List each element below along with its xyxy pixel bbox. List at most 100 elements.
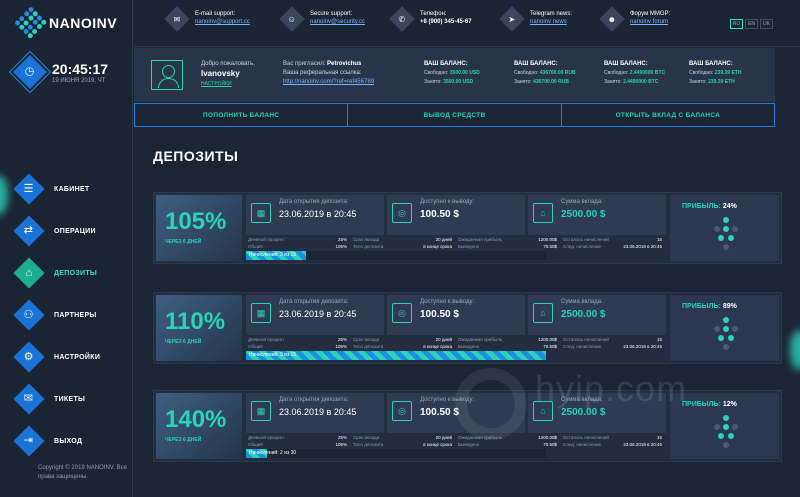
- sum-label: Сумма вклада:: [561, 199, 603, 205]
- lang-en[interactable]: EN: [745, 19, 759, 29]
- left-value: 15: [656, 237, 662, 242]
- brand-name: NANOINV: [49, 15, 118, 31]
- daily-label: Дневной процент: [248, 237, 285, 242]
- deposit-balance-button[interactable]: ПОПОЛНИТЬ БАЛАНС: [135, 104, 349, 126]
- balance-busy-label: Занято:: [604, 79, 622, 85]
- balance-free: 239.39 ETH: [714, 70, 742, 76]
- ref-link[interactable]: http://nanoinv.com/?ref=ref456789: [283, 79, 374, 85]
- balance-title: ВАШ БАЛАНС:: [689, 61, 733, 67]
- profit-text: ПРИБЫЛЬ: 24%: [682, 203, 737, 210]
- welcome-text: Добро пожаловать,: [201, 61, 255, 67]
- withdraw-button[interactable]: ВЫВОД СРЕДСТВ: [348, 104, 562, 126]
- paid-value: 70.50$: [543, 244, 557, 249]
- available-amount: 100.50 $: [420, 209, 459, 220]
- paid-value: 70.50$: [543, 344, 557, 349]
- calendar-icon: ▦: [251, 203, 271, 223]
- balance-busy: 436700.00 RUB: [533, 79, 569, 85]
- paid-label: Выведено: [458, 344, 480, 349]
- paid-value: 70.50$: [543, 442, 557, 447]
- deposit-term-note: ЧЕРЕЗ 6 ДНЕЙ: [165, 437, 202, 443]
- coins-icon: ◎: [392, 303, 412, 323]
- expected-value: 1200.00$: [538, 237, 557, 242]
- language-switcher: RU EN UK: [729, 19, 773, 29]
- next-label: След. начисление: [563, 344, 602, 349]
- sidebar-item-cabinet[interactable]: ☰ КАБИНЕТ: [13, 168, 100, 210]
- balance-free-label: Свободно:: [424, 70, 449, 76]
- sidebar-item-partners[interactable]: ⚇ ПАРТНЕРЫ: [13, 294, 100, 336]
- profit-label: ПРИБЫЛЬ:: [682, 303, 721, 310]
- sidebar-item-deposits[interactable]: ⌂ ДЕПОЗИТЫ: [13, 252, 100, 294]
- expected-value: 1200.00$: [538, 337, 557, 342]
- action-bar: ПОПОЛНИТЬ БАЛАНС ВЫВОД СРЕДСТВ ОТКРЫТЬ В…: [134, 103, 775, 127]
- decor-glow: [790, 330, 800, 370]
- balance-busy-label: Занято:: [424, 79, 442, 85]
- left-label: Осталось начислений: [563, 435, 609, 440]
- forum-label: Форум MMGP:: [630, 11, 671, 17]
- open-date-label: Дата открытия депозита:: [279, 199, 349, 205]
- sidebar-item-label: ПАРТНЕРЫ: [54, 311, 97, 319]
- body-label: Тело депозита: [353, 344, 384, 349]
- balance-busy: 239.39 ETH: [708, 79, 735, 85]
- sidebar-item-label: НАСТРОЙКИ: [54, 353, 101, 361]
- balance-title: ВАШ БАЛАНС:: [514, 61, 558, 67]
- profit-value: 89%: [722, 303, 737, 310]
- lang-uk[interactable]: UK: [760, 19, 773, 29]
- forum-link[interactable]: nanoinv forum: [630, 18, 670, 26]
- app-root: NANOINV ◷ 20:45:17 19 ИЮНЯ 2019, ЧТ ☰ КА…: [0, 0, 800, 497]
- deposit-hero: 110% ЧЕРЕЗ 6 ДНЕЙ: [156, 295, 242, 361]
- calendar-icon: ▦: [251, 303, 271, 323]
- telegram-link[interactable]: nanoinv news: [530, 18, 572, 26]
- open-deposit-button[interactable]: ОТКРЫТЬ ВКЛАД С БАЛАНСА: [562, 104, 774, 126]
- coins-icon: ◎: [392, 401, 412, 421]
- balance-block: ВАШ БАЛАНС: Свободно: 3500.00 USD Занято…: [424, 60, 480, 87]
- sidebar-item-logout[interactable]: ⇥ ВЫХОД: [13, 420, 100, 462]
- deposit-details: Дневной процент 25% Общий 105% Срок вклада…: [246, 434, 666, 448]
- profit-block: ПРИБЫЛЬ: 89%: [670, 295, 779, 361]
- telegram-icon: ➤: [499, 6, 525, 32]
- available-amount: 100.50 $: [420, 309, 459, 320]
- sidebar-item-tickets[interactable]: ✉ ТИКЕТЫ: [13, 378, 100, 420]
- expected-label: Ожидаемая прибыль: [458, 337, 503, 342]
- sidebar-item-settings[interactable]: ⚙ НАСТРОЙКИ: [13, 336, 101, 378]
- deposit-hero: 140% ЧЕРЕЗ 6 ДНЕЙ: [156, 393, 242, 459]
- logo[interactable]: NANOINV: [14, 6, 118, 40]
- username: Ivanovsky: [201, 69, 240, 78]
- deposit-details: Дневной процент 25% Общий 105% Срок вклада…: [246, 236, 666, 250]
- progress-label: Начислений: 2 из 30: [249, 450, 297, 456]
- telegram-news: ➤ Telegram news: nanoinv news: [499, 6, 573, 32]
- daily-value: 25%: [337, 237, 347, 242]
- topbar: ✉ E-mail support: nanoinv@support.cc ☺ S…: [134, 0, 800, 47]
- settings-link[interactable]: НАСТРОЙКИ: [201, 81, 232, 87]
- balance-busy-label: Занято:: [689, 79, 707, 85]
- balance-free: 436700.00 RUB: [539, 70, 576, 76]
- email-support-link[interactable]: nanoinv@support.cc: [195, 18, 250, 26]
- body-value: в конце срока: [423, 442, 452, 447]
- balance-block: ВАШ БАЛАНС: Свободно: 436700.00 RUB Заня…: [514, 60, 576, 87]
- copyright: Copyright © 2019 NANOINV. Все права защи…: [38, 465, 127, 480]
- phone-label: Телефон:: [420, 11, 447, 17]
- sum-amount: 2500.00 $: [561, 209, 606, 220]
- telegram-label: Telegram news:: [530, 11, 573, 17]
- balance-free: 3500.00 USD: [449, 70, 480, 76]
- accrual-progress: Начислений: 3 из 15: [246, 351, 546, 360]
- profit-tree-icon: [714, 217, 738, 255]
- settings-icon: ⚙: [13, 341, 45, 373]
- deposits-icon: ⌂: [13, 257, 45, 289]
- left-label: Осталось начислений: [563, 237, 609, 242]
- open-date: 23.06.2019 в 20:45: [279, 407, 357, 417]
- body-value: в конце срока: [423, 344, 452, 349]
- profit-label: ПРИБЫЛЬ:: [682, 203, 721, 210]
- deposit-term-note: ЧЕРЕЗ 6 ДНЕЙ: [165, 239, 202, 245]
- lang-ru[interactable]: RU: [729, 19, 744, 29]
- sum-cell: ⌂ Сумма вклада: 2500.00 $: [528, 195, 666, 235]
- daily-label: Дневной процент: [248, 435, 285, 440]
- deposit-details: Дневной процент 25% Общий 105% Срок вклада…: [246, 336, 666, 350]
- secure-support-link[interactable]: nanoinv@security.cc: [310, 18, 365, 26]
- logo-icon: [14, 6, 48, 40]
- sum-cell: ⌂ Сумма вклада: 2500.00 $: [528, 295, 666, 335]
- total-label: Общий: [248, 244, 263, 249]
- sidebar-item-operations[interactable]: ⇄ ОПЕРАЦИИ: [13, 210, 100, 252]
- clock-time: 20:45:17: [52, 60, 109, 77]
- operations-icon: ⇄: [13, 215, 45, 247]
- clock: ◷ 20:45:17 19 ИЮНЯ 2019, ЧТ: [13, 55, 109, 89]
